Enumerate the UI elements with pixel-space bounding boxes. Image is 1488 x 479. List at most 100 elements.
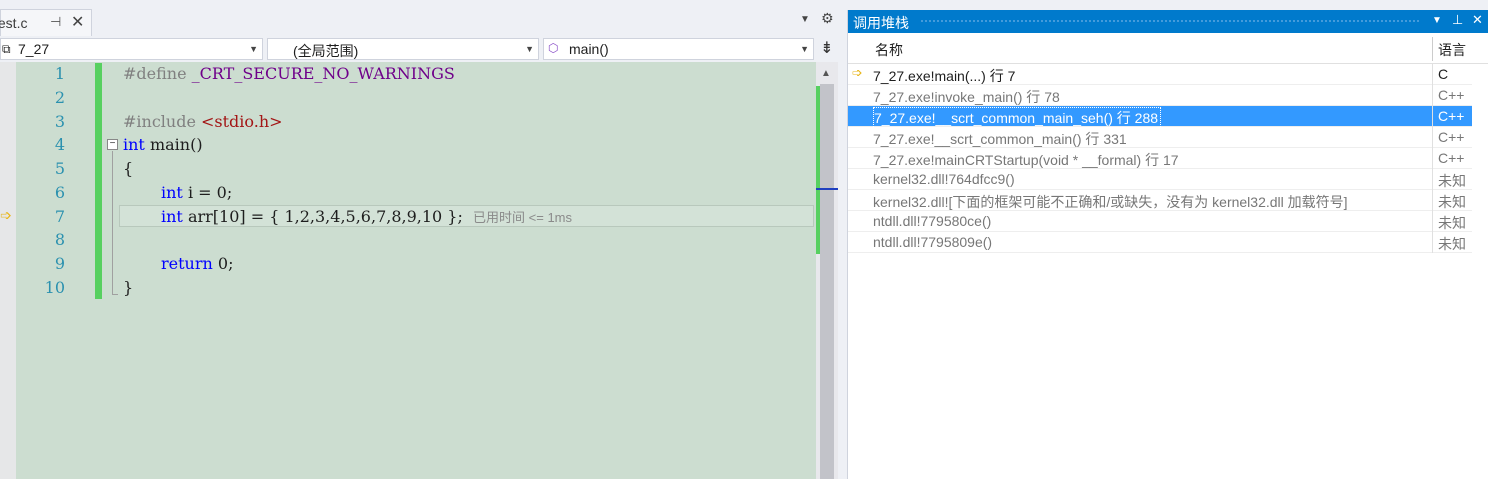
frame-name: ntdll.dll!779580ce() (873, 213, 992, 229)
call-stack-titlebar[interactable]: 调用堆栈 ▼ ⊥ ✕ (848, 10, 1488, 33)
frame-language: 未知 (1438, 236, 1466, 252)
outline-guide (112, 151, 113, 295)
frame-name: 7_27.exe!__scrt_common_main_seh() 行 288 (873, 107, 1162, 129)
frame-language: C++ (1438, 108, 1465, 124)
code-text: arr[10] = { 1,2,3,4,5,6,7,8,9,10 }; (182, 207, 463, 226)
call-stack-row[interactable]: 7_27.exe!__scrt_common_main_seh() 行 288 … (848, 106, 1472, 129)
call-stack-row[interactable]: ➩ 7_27.exe!main(...) 行 7 C (848, 64, 1472, 85)
column-divider (1432, 64, 1433, 253)
scroll-up-icon[interactable]: ▲ (821, 68, 831, 79)
frame-language: C (1438, 66, 1449, 82)
pin-icon[interactable]: ⊣ (50, 14, 61, 30)
frame-language: C++ (1438, 150, 1465, 166)
code-line-9: return 0; (161, 254, 233, 273)
code-text: main() (144, 135, 203, 154)
split-window-icon[interactable]: ⇟ (816, 39, 838, 61)
code-text: 0; (212, 254, 234, 273)
column-header-name[interactable]: 名称 (875, 40, 903, 60)
function-dropdown[interactable]: ⬡ main() ▼ (543, 38, 814, 60)
keyword: int (161, 207, 183, 226)
column-header-language[interactable]: 语言 (1438, 40, 1466, 60)
chevron-down-icon: ▼ (525, 44, 534, 54)
preprocessor-directive: #define (123, 64, 187, 83)
scrollbar-caret-marker (816, 188, 838, 190)
vs-window: test.c ⊣ ✕ ▼ ⚙ ⧉ 7_27 ▼ (全局范围) ▼ ⬡ main(… (0, 0, 1488, 479)
document-tabstrip: test.c ⊣ ✕ ▼ ⚙ (0, 0, 840, 36)
line-number: 5 (54, 159, 65, 178)
editor-pane: test.c ⊣ ✕ ▼ ⚙ ⧉ 7_27 ▼ (全局范围) ▼ ⬡ main(… (0, 0, 840, 479)
call-stack-row[interactable]: ntdll.dll!779580ce() 未知 (848, 211, 1472, 232)
call-stack-window: 调用堆栈 ▼ ⊥ ✕ 名称 语言 ➩ 7_27.exe!main(...) 行 … (847, 10, 1488, 479)
document-tab[interactable]: test.c ⊣ ✕ (0, 9, 92, 36)
code-line-1: #define _CRT_SECURE_NO_WARNINGS (123, 64, 455, 83)
keyword: int (161, 183, 183, 202)
code-line-10: } (123, 278, 133, 297)
current-frame-arrow-icon: ➩ (852, 65, 863, 80)
perf-tip[interactable]: 已用时间 <= 1ms (473, 210, 572, 225)
call-stack-row[interactable]: ntdll.dll!7795809e() 未知 (848, 232, 1472, 253)
call-stack-title: 调用堆栈 (853, 15, 909, 31)
frame-language: 未知 (1438, 194, 1466, 210)
call-stack-row[interactable]: 7_27.exe!__scrt_common_main() 行 331 C++ (848, 127, 1472, 148)
line-number: 9 (54, 254, 65, 273)
call-stack-header: 名称 语言 (848, 33, 1488, 64)
code-line-5: { (123, 159, 133, 178)
tab-list-dropdown-icon[interactable]: ▼ (800, 14, 810, 25)
chevron-down-icon: ▼ (249, 44, 258, 54)
navigation-bar: ⧉ 7_27 ▼ (全局范围) ▼ ⬡ main() ▼ ⇟ (0, 36, 840, 62)
scrollbar-change-marker (816, 86, 820, 254)
chevron-down-icon: ▼ (800, 44, 809, 54)
line-number: 3 (54, 112, 65, 131)
indicator-margin[interactable] (0, 62, 16, 479)
keyword: int (123, 135, 145, 154)
call-stack-row[interactable]: kernel32.dll![下面的框架可能不正确和/或缺失，没有为 kernel… (848, 190, 1472, 211)
line-number: 10 (44, 278, 65, 297)
frame-name: 7_27.exe!invoke_main() 行 78 (873, 89, 1060, 105)
function-dropdown-label: main() (569, 41, 609, 57)
call-stack-row[interactable]: kernel32.dll!764dfcc9() 未知 (848, 169, 1472, 190)
frame-language: 未知 (1438, 215, 1466, 231)
close-icon[interactable]: ✕ (71, 12, 84, 32)
gear-icon[interactable]: ⚙ (821, 10, 834, 27)
project-dropdown[interactable]: ⧉ 7_27 ▼ (0, 38, 263, 60)
frame-name: kernel32.dll!764dfcc9() (873, 171, 1015, 187)
scope-dropdown[interactable]: (全局范围) ▼ (267, 38, 539, 60)
column-divider[interactable] (1432, 37, 1433, 61)
line-number: 4 (54, 135, 65, 154)
change-tracking-bar (95, 63, 102, 299)
call-stack-row[interactable]: 7_27.exe!mainCRTStartup(void * __formal)… (848, 148, 1472, 169)
scope-dropdown-label: (全局范围) (293, 43, 359, 59)
preprocessor-directive: #include (123, 112, 196, 131)
close-icon[interactable]: ✕ (1472, 12, 1483, 28)
frame-language: C++ (1438, 129, 1465, 145)
pin-icon[interactable]: ⊥ (1452, 12, 1463, 28)
code-text: { (123, 159, 134, 178)
line-number: 2 (54, 88, 65, 107)
cube-icon: ⬡ (548, 41, 559, 55)
document-tab-label: test.c (0, 15, 28, 31)
frame-language: 未知 (1438, 173, 1466, 189)
code-line-6: int i = 0; (161, 183, 232, 202)
project-dropdown-label: 7_27 (18, 41, 50, 57)
collapse-toggle-icon[interactable]: − (107, 139, 118, 150)
vertical-scrollbar[interactable]: ▲ (816, 62, 838, 479)
code-editor[interactable]: ➩ 1 2 3 4 5 6 7 8 9 10 − #define _CRT_SE… (0, 62, 816, 479)
window-position-dropdown-icon[interactable]: ▼ (1432, 15, 1442, 26)
macro-name: _CRT_SECURE_NO_WARNINGS (186, 64, 455, 83)
line-number: 8 (54, 230, 65, 249)
titlebar-grip (920, 19, 1420, 24)
line-number: 6 (54, 183, 65, 202)
project-icon: ⧉ (2, 42, 11, 56)
code-line-3: #include <stdio.h> (123, 112, 283, 131)
code-line-7: int arr[10] = { 1,2,3,4,5,6,7,8,9,10 }; … (161, 207, 572, 226)
code-text: i = 0; (182, 183, 233, 202)
instruction-pointer-icon: ➩ (0, 207, 12, 223)
scrollbar-thumb[interactable] (820, 84, 834, 479)
frame-name: 7_27.exe!__scrt_common_main() 行 331 (873, 131, 1127, 147)
include-header: <stdio.h> (195, 112, 283, 131)
code-text: } (123, 278, 134, 297)
frame-name: ntdll.dll!7795809e() (873, 234, 993, 250)
frame-name: kernel32.dll![下面的框架可能不正确和/或缺失，没有为 kernel… (873, 194, 1348, 210)
call-stack-row[interactable]: 7_27.exe!invoke_main() 行 78 C++ (848, 85, 1472, 106)
outline-guide-end (112, 294, 118, 295)
